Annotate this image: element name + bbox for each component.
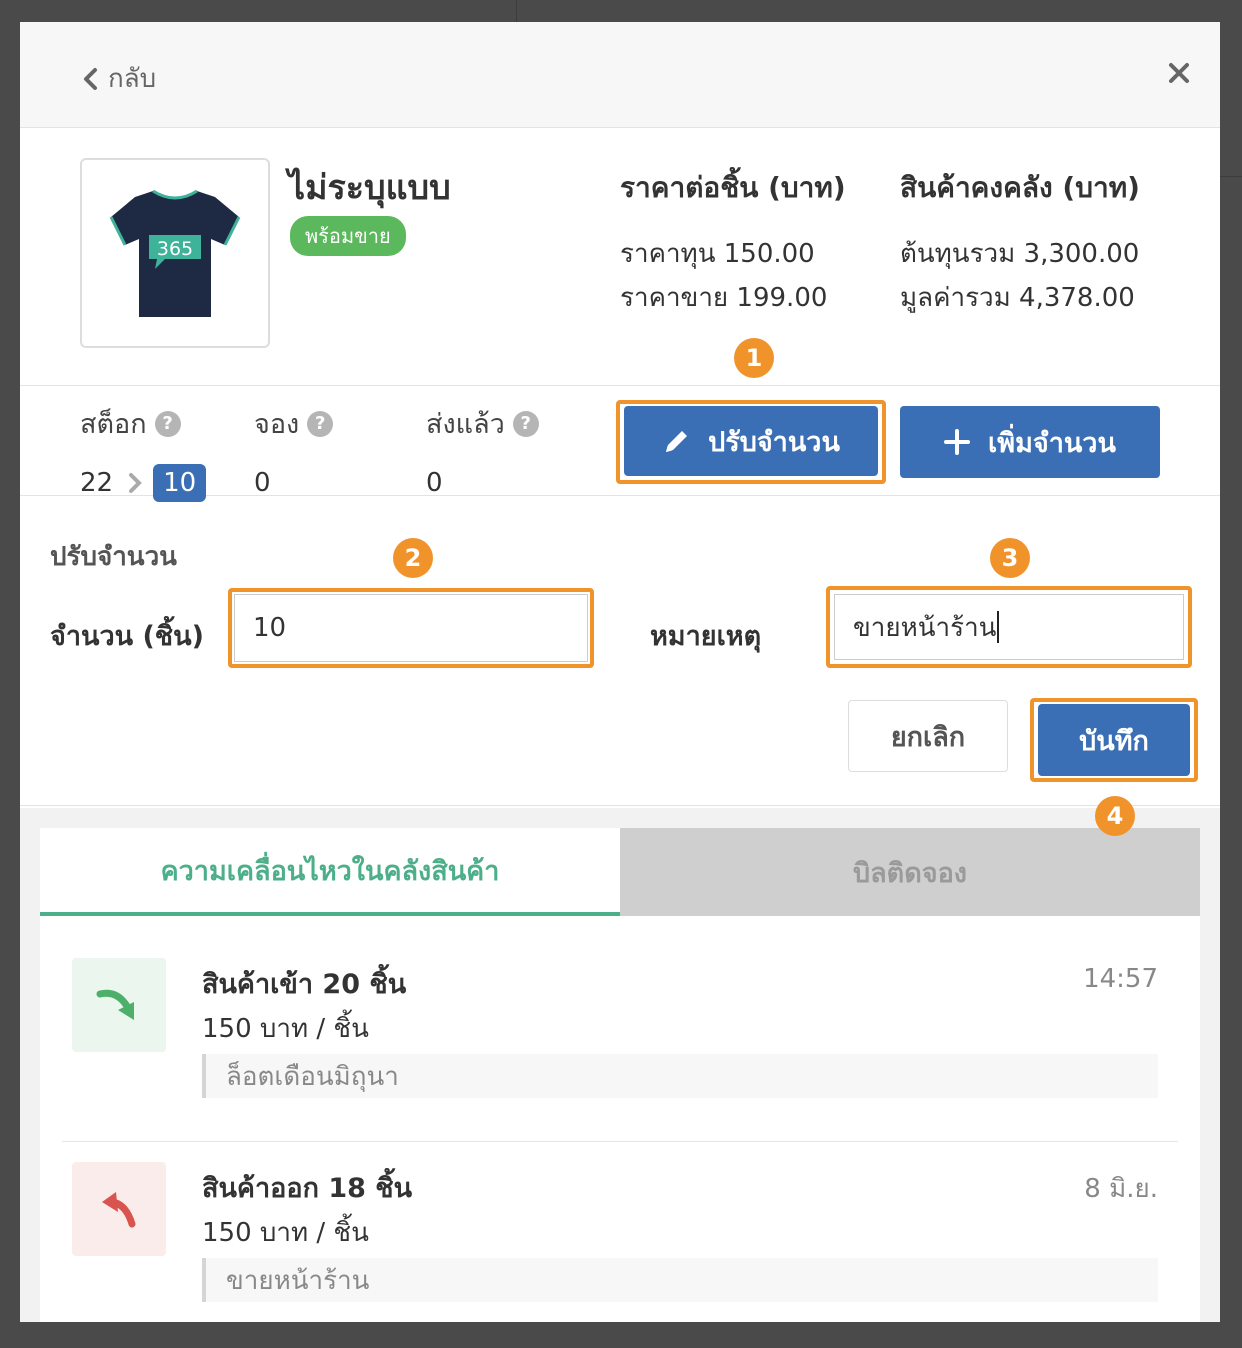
note-label: หมายเหตุ bbox=[650, 621, 762, 652]
stock-stat: สต็อก? 22 10 bbox=[80, 402, 207, 507]
movement-time: 14:57 bbox=[1083, 964, 1158, 994]
movement-note: ล็อตเดือนมิถุนา bbox=[202, 1054, 1158, 1098]
list-item: สินค้าเข้า 20 ชิ้น 150 บาท / ชิ้น 14:57 … bbox=[40, 958, 1200, 1138]
help-icon[interactable]: ? bbox=[154, 410, 181, 437]
status-badge: พร้อมขาย bbox=[290, 216, 406, 256]
total-cost: ต้นทุนรวม 3,300.00 bbox=[900, 239, 1140, 269]
inventory-heading: สินค้าคงคลัง (บาท) bbox=[900, 171, 1140, 204]
movement-note: ขายหน้าร้าน bbox=[202, 1258, 1158, 1302]
adjust-quantity-button[interactable]: ปรับจำนวน bbox=[624, 406, 878, 476]
movement-time: 8 มิ.ย. bbox=[1084, 1174, 1158, 1204]
movement-panel: ความเคลื่อนไหวในคลังสินค้า บิลติดจอง สิน… bbox=[40, 828, 1200, 1322]
pencil-icon bbox=[666, 431, 688, 452]
reserved-stat: จอง? 0 bbox=[254, 402, 334, 507]
back-label: กลับ bbox=[108, 64, 157, 94]
tab-reserved-bills[interactable]: บิลติดจอง bbox=[620, 828, 1200, 916]
stock-row: สต็อก? 22 10 จอง? 0 ส่งแล้ว? 0 ปรับจำนวน… bbox=[20, 386, 1220, 502]
arrow-in-icon bbox=[72, 958, 166, 1052]
chevron-right-icon bbox=[129, 473, 142, 493]
reserved-label: จอง bbox=[254, 409, 300, 440]
plus-icon bbox=[944, 429, 971, 455]
note-input[interactable]: ขายหน้าร้าน bbox=[834, 594, 1184, 660]
help-icon[interactable]: ? bbox=[512, 410, 539, 437]
step-marker-1: 1 bbox=[734, 338, 774, 378]
sell-price: ราคาขาย 199.00 bbox=[620, 283, 828, 313]
stock-modal: กลับ 365 ไม่ระบุแบบ พร้อมขาย ราคาต่อชิ้น… bbox=[20, 22, 1220, 1322]
list-item: สินค้าออก 18 ชิ้น 150 บาท / ชิ้น 8 มิ.ย.… bbox=[40, 1162, 1200, 1322]
movement-area: ความเคลื่อนไหวในคลังสินค้า บิลติดจอง สิน… bbox=[20, 808, 1220, 1322]
adjust-form-title: ปรับจำนวน bbox=[50, 542, 177, 572]
step-marker-2: 2 bbox=[393, 538, 433, 578]
product-image: 365 bbox=[80, 158, 270, 348]
reserved-value: 0 bbox=[254, 468, 271, 498]
product-name: ไม่ระบุแบบ bbox=[288, 168, 451, 208]
movement-price: 150 บาท / ชิ้น bbox=[202, 1218, 369, 1248]
shirt-logo-text: 365 bbox=[157, 238, 193, 260]
divider bbox=[62, 1141, 1178, 1142]
back-button[interactable]: กลับ bbox=[82, 58, 156, 99]
shipped-stat: ส่งแล้ว? 0 bbox=[426, 402, 539, 507]
quantity-input[interactable]: 10 bbox=[234, 594, 588, 662]
movement-price: 150 บาท / ชิ้น bbox=[202, 1014, 369, 1044]
movement-title: สินค้าเข้า 20 ชิ้น bbox=[202, 969, 407, 1000]
tab-stock-movement[interactable]: ความเคลื่อนไหวในคลังสินค้า bbox=[40, 828, 620, 916]
movement-title: สินค้าออก 18 ชิ้น bbox=[202, 1173, 413, 1204]
adjust-form: ปรับจำนวน จำนวน (ชิ้น) 10 หมายเหตุ ขายหน… bbox=[20, 496, 1220, 806]
save-button[interactable]: บันทึก bbox=[1038, 704, 1190, 776]
save-label: บันทึก bbox=[1079, 725, 1149, 757]
cost-price: ราคาทุน 150.00 bbox=[620, 239, 815, 269]
cancel-button[interactable]: ยกเลิก bbox=[848, 700, 1008, 772]
shipped-value: 0 bbox=[426, 468, 443, 498]
add-quantity-label: เพิ่มจำนวน bbox=[988, 427, 1116, 459]
total-value: มูลค่ารวม 4,378.00 bbox=[900, 283, 1135, 313]
quantity-label: จำนวน (ชิ้น) bbox=[50, 621, 204, 652]
price-info: ราคาต่อชิ้น (บาท) ราคาทุน 150.00 ราคาขาย… bbox=[620, 166, 846, 320]
stock-label: สต็อก bbox=[80, 409, 147, 440]
adjust-quantity-label: ปรับจำนวน bbox=[708, 426, 840, 458]
inventory-info: สินค้าคงคลัง (บาท) ต้นทุนรวม 3,300.00 มู… bbox=[900, 166, 1140, 320]
arrow-out-icon bbox=[72, 1162, 166, 1256]
stock-value: 22 bbox=[80, 468, 114, 498]
tshirt-icon: 365 bbox=[109, 189, 241, 317]
add-quantity-button[interactable]: เพิ่มจำนวน bbox=[900, 406, 1160, 478]
step-marker-4: 4 bbox=[1095, 796, 1135, 836]
close-icon[interactable] bbox=[1168, 62, 1190, 88]
price-heading: ราคาต่อชิ้น (บาท) bbox=[620, 171, 846, 204]
shipped-label: ส่งแล้ว bbox=[426, 409, 505, 440]
note-value: ขายหน้าร้าน bbox=[853, 612, 997, 643]
text-caret bbox=[997, 611, 1000, 643]
product-summary: 365 ไม่ระบุแบบ พร้อมขาย ราคาต่อชิ้น (บาท… bbox=[20, 128, 1220, 386]
modal-header: กลับ bbox=[20, 22, 1220, 128]
help-icon[interactable]: ? bbox=[307, 410, 334, 437]
chevron-left-icon bbox=[84, 67, 97, 90]
step-marker-3: 3 bbox=[990, 538, 1030, 578]
